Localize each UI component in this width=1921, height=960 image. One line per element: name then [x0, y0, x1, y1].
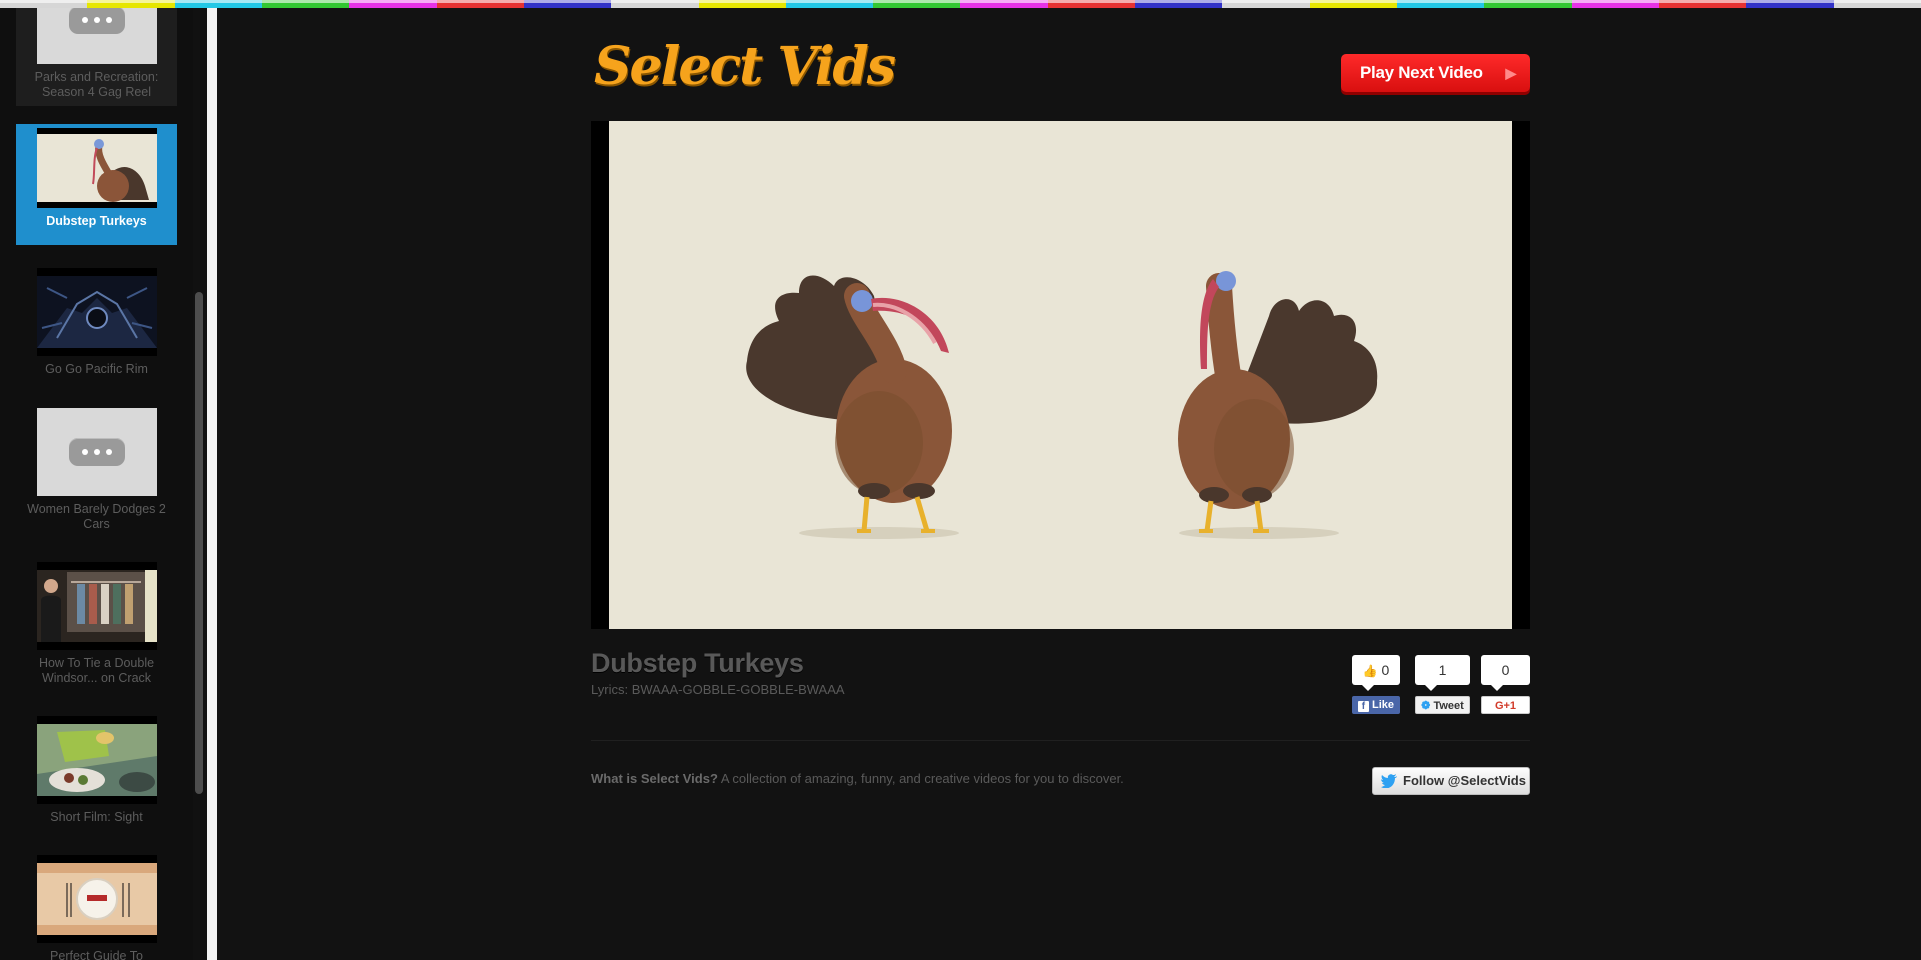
color-strip-segment	[1658, 0, 1747, 8]
color-strip-segment	[1222, 0, 1310, 8]
color-strip-segment	[1135, 0, 1223, 8]
sidebar-divider	[207, 8, 217, 960]
sidebar-item-label: How To Tie a Double Windsor... on Crack	[38, 656, 155, 685]
color-strip-segment	[1309, 0, 1397, 8]
tweet-count: 1	[1415, 655, 1470, 691]
site-logo[interactable]: Select Vids	[594, 36, 896, 97]
video-title: Dubstep Turkeys	[591, 648, 804, 678]
video-thumbnail[interactable]	[36, 716, 157, 804]
sidebar-item-women-barely-dodges[interactable]: Women Barely Dodges 2 Cars	[16, 404, 177, 540]
facebook-like-count: 👍 0	[1352, 655, 1400, 691]
color-strip-segment	[174, 0, 262, 8]
about-heading: What is Select Vids?	[591, 771, 718, 786]
play-next-label: Play Next Video	[1360, 63, 1483, 82]
chevron-right-icon: ▶	[1505, 65, 1517, 81]
google-plus-button[interactable]: G+1	[1481, 696, 1530, 714]
color-strip-segment	[0, 0, 88, 8]
sidebar-item-parks-recreation[interactable]: Parks and Recreation: Season 4 Gag Reel	[16, 0, 177, 106]
color-strip-segment	[873, 0, 961, 8]
twitter-bird-icon: ❁	[1421, 700, 1431, 712]
video-thumbnail[interactable]	[36, 562, 157, 650]
sidebar-item-label: Women Barely Dodges 2 Cars	[27, 502, 166, 531]
color-strip-segment	[349, 0, 437, 8]
about-text: What is Select Vids? A collection of ama…	[591, 771, 1124, 786]
video-sidebar[interactable]: Parks and Recreation: Season 4 Gag Reel …	[0, 0, 193, 960]
google-plus-icon: G	[1494, 700, 1504, 712]
sidebar-item-label: Dubstep Turkeys	[46, 214, 147, 228]
sidebar-item-label: Parks and Recreation: Season 4 Gag Reel	[34, 70, 159, 99]
sidebar-item-go-go-pacific-rim[interactable]: Go Go Pacific Rim	[16, 264, 177, 385]
video-thumbnail[interactable]	[36, 268, 157, 356]
color-strip-segment	[1746, 0, 1834, 8]
sidebar-item-label: Perfect Guide To	[50, 949, 143, 960]
color-strip-segment	[1484, 0, 1572, 8]
color-strip-segment	[611, 0, 699, 8]
color-strip-segment	[1397, 0, 1485, 8]
video-thumbnail[interactable]	[36, 128, 157, 208]
color-strip-segment	[523, 0, 612, 8]
tweet-button[interactable]: ❁ Tweet	[1415, 696, 1470, 714]
color-strip-segment	[960, 0, 1048, 8]
google-plus-count: 0	[1481, 655, 1530, 691]
color-strip-segment	[698, 0, 786, 8]
sidebar-item-dubstep-turkeys[interactable]: Dubstep Turkeys	[16, 124, 177, 245]
color-strip-segment	[261, 0, 350, 8]
color-strip-segment	[87, 0, 175, 8]
sidebar-item-perfect-guide[interactable]: Perfect Guide To	[16, 851, 177, 960]
video-lyrics: Lyrics: BWAAA-GOBBLE-GOBBLE-BWAAA	[591, 682, 845, 697]
sidebar-item-short-film-sight[interactable]: Short Film: Sight	[16, 712, 177, 833]
video-frame-turkeys[interactable]	[609, 121, 1512, 629]
facebook-like-button[interactable]: f Like	[1352, 696, 1400, 714]
about-description: A collection of amazing, funny, and crea…	[717, 771, 1124, 786]
video-thumbnail-placeholder[interactable]	[36, 0, 157, 64]
color-strip-segment	[785, 0, 874, 8]
twitter-bird-icon	[1381, 774, 1397, 788]
thumbs-up-icon: 👍	[1362, 664, 1378, 678]
color-strip-segment	[1571, 0, 1659, 8]
sidebar-item-double-windsor[interactable]: How To Tie a Double Windsor... on Crack	[16, 558, 177, 694]
color-strip-segment	[1047, 0, 1136, 8]
play-next-video-button[interactable]: Play Next Video ▶	[1341, 54, 1530, 92]
video-thumbnail-placeholder[interactable]	[36, 408, 157, 496]
video-thumbnail[interactable]	[36, 855, 157, 943]
content-divider	[591, 740, 1530, 741]
sidebar-item-label: Short Film: Sight	[50, 810, 143, 824]
sidebar-scroll-thumb[interactable]	[195, 292, 203, 794]
facebook-icon: f	[1357, 701, 1369, 712]
color-strip-segment	[436, 0, 524, 8]
follow-twitter-button[interactable]: Follow @SelectVids	[1372, 767, 1530, 795]
sidebar-item-label: Go Go Pacific Rim	[45, 362, 148, 376]
color-strip-segment	[1833, 0, 1921, 8]
top-color-strip	[0, 0, 1921, 8]
follow-label: Follow @SelectVids	[1403, 773, 1526, 788]
